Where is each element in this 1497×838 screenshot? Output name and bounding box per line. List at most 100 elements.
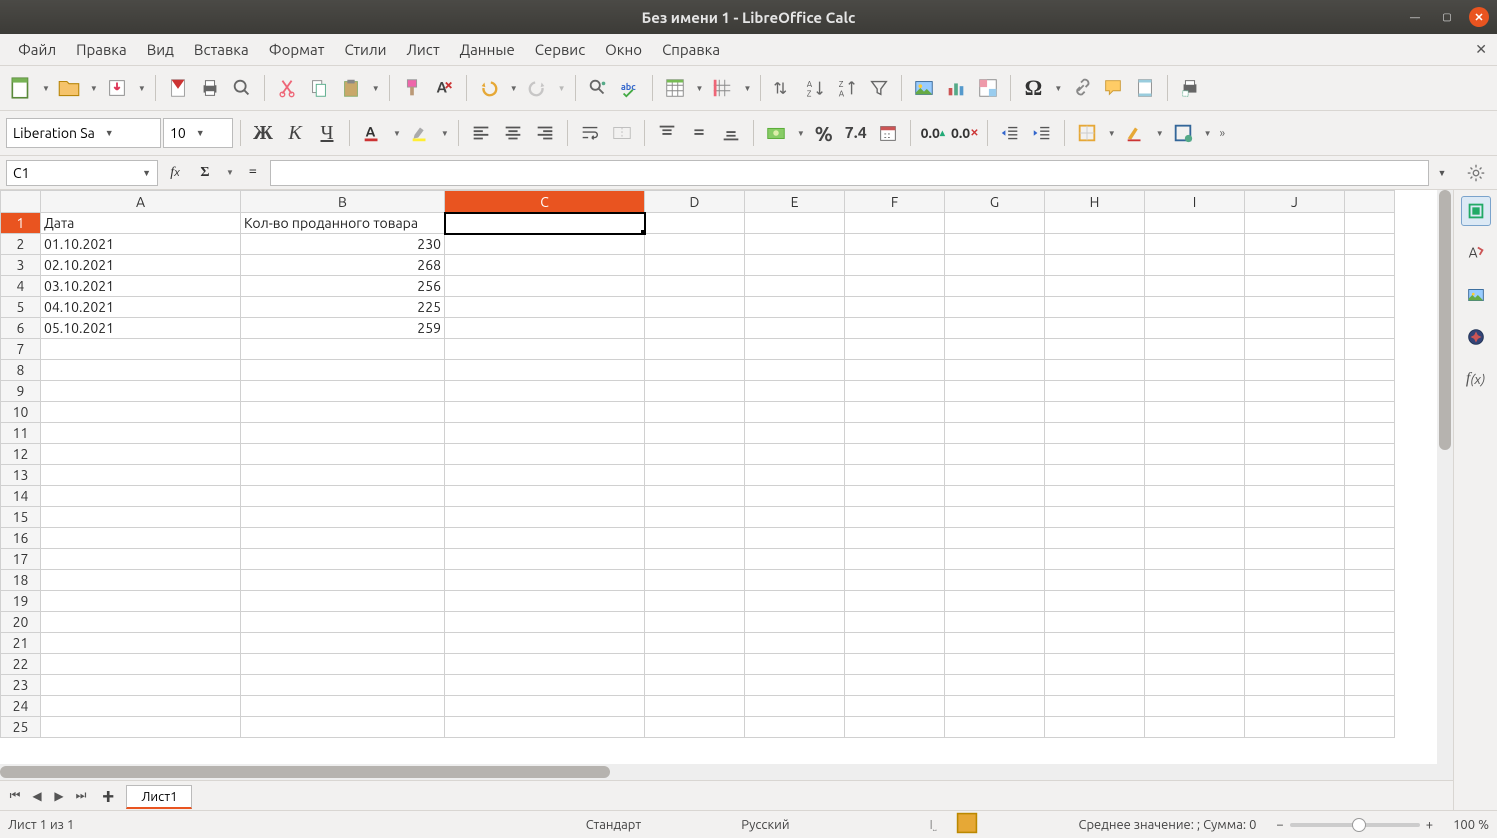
cell[interactable]	[41, 717, 241, 738]
formula-expand-button[interactable]: ▼	[1433, 168, 1451, 178]
cell[interactable]	[445, 528, 645, 549]
cell[interactable]	[645, 570, 745, 591]
cell[interactable]	[845, 675, 945, 696]
cell[interactable]: Дата	[41, 213, 241, 234]
menu-styles[interactable]: Стили	[334, 37, 396, 62]
sum-button[interactable]: Σ	[192, 160, 218, 186]
cell[interactable]	[645, 402, 745, 423]
sidebar-settings-icon[interactable]	[1461, 158, 1491, 188]
define-print-area-button[interactable]	[1175, 73, 1205, 103]
cell[interactable]	[1145, 255, 1245, 276]
cell[interactable]	[445, 423, 645, 444]
cell[interactable]	[845, 633, 945, 654]
highlight-color-dropdown[interactable]: ▼	[439, 129, 451, 138]
align-center-button[interactable]	[498, 118, 528, 148]
cell[interactable]	[241, 339, 445, 360]
column-header[interactable]: C	[445, 191, 645, 213]
cell[interactable]	[1145, 276, 1245, 297]
cell[interactable]	[1345, 717, 1395, 738]
cell[interactable]	[1345, 570, 1395, 591]
cell[interactable]	[1145, 549, 1245, 570]
cell[interactable]	[645, 339, 745, 360]
cell[interactable]	[1045, 276, 1145, 297]
add-decimal-button[interactable]: 0.0▴	[918, 118, 948, 148]
cell[interactable]	[945, 696, 1045, 717]
cell[interactable]	[1045, 255, 1145, 276]
first-sheet-button[interactable]: ⏮	[6, 787, 24, 805]
cell[interactable]	[41, 570, 241, 591]
cell[interactable]	[645, 423, 745, 444]
last-sheet-button[interactable]: ⏭	[72, 787, 90, 805]
cell[interactable]	[445, 360, 645, 381]
column-header[interactable]: D	[645, 191, 745, 213]
cell[interactable]	[1145, 675, 1245, 696]
open-dropdown[interactable]: ▼	[88, 84, 100, 93]
cell[interactable]	[1045, 633, 1145, 654]
cell[interactable]	[1045, 402, 1145, 423]
cell[interactable]	[745, 213, 845, 234]
cell[interactable]	[1145, 633, 1245, 654]
cell[interactable]	[1345, 255, 1395, 276]
cell[interactable]	[445, 654, 645, 675]
cell[interactable]	[945, 465, 1045, 486]
cell[interactable]	[41, 402, 241, 423]
cell[interactable]	[1045, 318, 1145, 339]
export-pdf-button[interactable]	[163, 73, 193, 103]
cell[interactable]	[845, 717, 945, 738]
column-header[interactable]: F	[845, 191, 945, 213]
paste-button[interactable]	[336, 73, 366, 103]
border-color-dropdown[interactable]: ▼	[1202, 129, 1214, 138]
cell[interactable]	[745, 444, 845, 465]
cell[interactable]	[241, 444, 445, 465]
row-header[interactable]: 12	[1, 444, 41, 465]
insert-image-button[interactable]	[909, 73, 939, 103]
zoom-in-button[interactable]: +	[1426, 818, 1433, 832]
merge-cells-button[interactable]	[607, 118, 637, 148]
cell[interactable]	[241, 360, 445, 381]
cell[interactable]	[1345, 675, 1395, 696]
horizontal-scrollbar[interactable]	[0, 764, 1453, 780]
cell[interactable]	[745, 549, 845, 570]
cell[interactable]	[945, 444, 1045, 465]
cell[interactable]	[645, 297, 745, 318]
toolbar-more[interactable]: »	[1218, 127, 1228, 140]
borders-button[interactable]	[1072, 118, 1102, 148]
cell[interactable]	[1245, 549, 1345, 570]
cell[interactable]	[1245, 486, 1345, 507]
cell[interactable]	[1345, 276, 1395, 297]
cell[interactable]	[241, 675, 445, 696]
cell[interactable]	[1145, 444, 1245, 465]
zoom-value[interactable]: 100 %	[1453, 818, 1489, 832]
cell[interactable]	[1145, 381, 1245, 402]
underline-button[interactable]: Ч	[312, 118, 342, 148]
cell[interactable]	[1245, 213, 1345, 234]
cell[interactable]	[1345, 654, 1395, 675]
cell[interactable]	[945, 339, 1045, 360]
headers-footers-button[interactable]	[1130, 73, 1160, 103]
cell[interactable]	[745, 675, 845, 696]
row-header[interactable]: 9	[1, 381, 41, 402]
font-size-combo[interactable]: 10▼	[163, 118, 233, 148]
cell[interactable]	[945, 528, 1045, 549]
sidebar-styles-icon[interactable]: A	[1461, 238, 1491, 268]
column-header[interactable]: J	[1245, 191, 1345, 213]
menu-window[interactable]: Окно	[595, 37, 652, 62]
zoom-out-button[interactable]: −	[1276, 818, 1283, 832]
cell[interactable]	[1245, 234, 1345, 255]
insert-comment-button[interactable]	[1098, 73, 1128, 103]
cell[interactable]	[1345, 507, 1395, 528]
cell[interactable]	[1045, 213, 1145, 234]
cell[interactable]	[1245, 423, 1345, 444]
cell[interactable]	[745, 591, 845, 612]
cell[interactable]	[845, 276, 945, 297]
cell[interactable]	[645, 213, 745, 234]
cell[interactable]	[1345, 696, 1395, 717]
cell[interactable]	[645, 717, 745, 738]
cell[interactable]	[1245, 612, 1345, 633]
cell[interactable]	[1345, 528, 1395, 549]
cell[interactable]	[445, 297, 645, 318]
row-header[interactable]: 2	[1, 234, 41, 255]
cell[interactable]	[445, 213, 645, 234]
cell[interactable]	[745, 297, 845, 318]
column-header[interactable]: E	[745, 191, 845, 213]
